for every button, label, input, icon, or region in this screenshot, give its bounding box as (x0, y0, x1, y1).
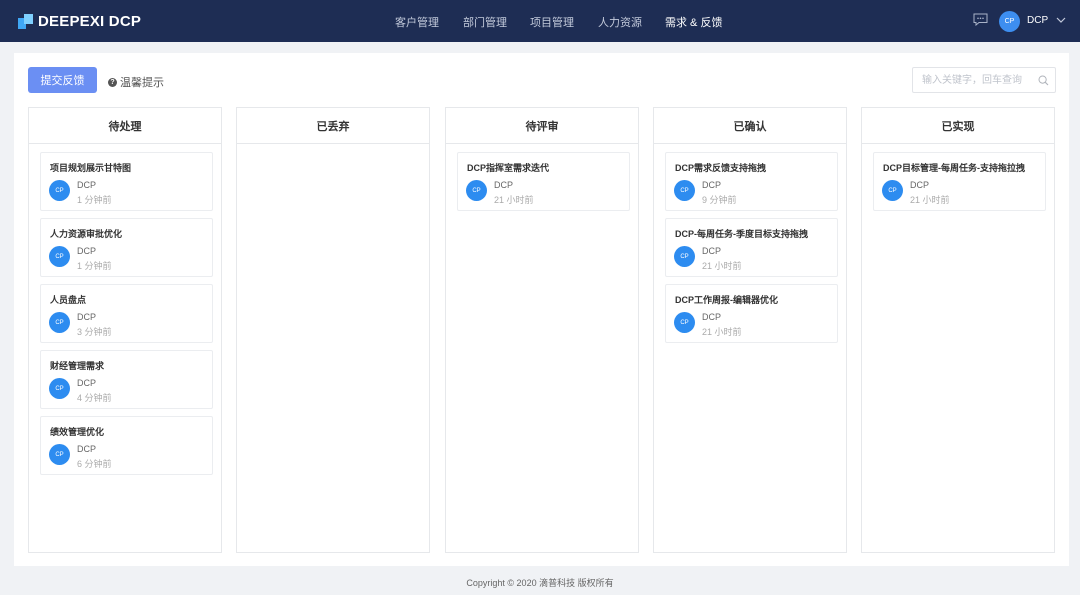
card-author: DCP (77, 378, 97, 388)
nav-item-feedback[interactable]: 需求 & 反馈 (665, 14, 722, 30)
card-list: DCP需求反馈支持拖拽 CP DCP 9 分钟前 DCP-每周任务-季度目标支持… (654, 144, 846, 343)
card-author: DCP (702, 246, 722, 256)
card-time: 4 分钟前 (77, 393, 112, 403)
card-title: 项目规划展示甘特图 (50, 163, 132, 173)
nav-item-projects[interactable]: 项目管理 (530, 14, 574, 30)
column-title: 待评审 (446, 108, 638, 144)
card-title: 人力资源审批优化 (50, 229, 123, 239)
column-title: 已实现 (862, 108, 1054, 144)
card-author: DCP (77, 444, 97, 454)
column-title: 已确认 (654, 108, 846, 144)
card-time: 6 分钟前 (77, 459, 112, 469)
column-review: 待评审 DCP指挥室需求迭代 CP DCP 21 小时前 (445, 107, 639, 553)
avatar: CP (674, 246, 695, 267)
message-icon[interactable] (973, 13, 988, 26)
search-icon[interactable] (1038, 75, 1049, 86)
card-author: DCP (702, 180, 722, 190)
column-discarded: 已丢弃 (236, 107, 430, 553)
card-list (237, 144, 429, 152)
avatar: CP (49, 312, 70, 333)
footer-copyright: Copyright © 2020 滴普科技 版权所有 (466, 578, 614, 588)
column-title: 已丢弃 (237, 108, 429, 144)
question-circle-icon: ? (108, 77, 117, 87)
brand-name: DEEPEXI DCP (38, 12, 142, 30)
avatar: CP (674, 312, 695, 333)
card-time: 1 分钟前 (77, 261, 112, 271)
card-title: DCP-每周任务-季度目标支持拖拽 (675, 229, 808, 239)
brand-logo[interactable]: DEEPEXI DCP (18, 11, 141, 31)
card-title: DCP指挥室需求迭代 (467, 163, 550, 173)
feedback-card[interactable]: 项目规划展示甘特图 CP DCP 1 分钟前 (40, 152, 213, 211)
column-implemented: 已实现 DCP目标管理-每周任务-支持拖拉拽 CP DCP 21 小时前 (861, 107, 1055, 553)
avatar: CP (466, 180, 487, 201)
tips-link[interactable]: ? 温馨提示 (108, 74, 164, 90)
logo-icon (18, 13, 33, 29)
card-author: DCP (494, 180, 514, 190)
avatar: CP (674, 180, 695, 201)
feedback-card[interactable]: DCP目标管理-每周任务-支持拖拉拽 CP DCP 21 小时前 (873, 152, 1046, 211)
card-list: DCP指挥室需求迭代 CP DCP 21 小时前 (446, 144, 638, 211)
avatar: CP (49, 444, 70, 465)
card-title: 人员盘点 (50, 295, 87, 305)
card-list: 项目规划展示甘特图 CP DCP 1 分钟前 人力资源审批优化 CP DCP 1… (29, 144, 221, 475)
nav-item-hr[interactable]: 人力资源 (598, 14, 642, 30)
card-title: 绩效管理优化 (50, 427, 105, 437)
search-input[interactable] (922, 68, 1040, 92)
card-author: DCP (77, 312, 97, 322)
feedback-card[interactable]: DCP-每周任务-季度目标支持拖拽 CP DCP 21 小时前 (665, 218, 838, 277)
column-title: 待处理 (29, 108, 221, 144)
card-title: DCP需求反馈支持拖拽 (675, 163, 767, 173)
card-list: DCP目标管理-每周任务-支持拖拉拽 CP DCP 21 小时前 (862, 144, 1054, 211)
user-name[interactable]: DCP (1027, 15, 1048, 26)
tips-label: 温馨提示 (120, 77, 164, 89)
main-panel: 提交反馈 ? 温馨提示 待处理 项目规划展示甘特图 CP DCP 1 分钟前 人… (14, 53, 1069, 566)
card-title: DCP目标管理-每周任务-支持拖拉拽 (883, 163, 1025, 173)
feedback-card[interactable]: DCP指挥室需求迭代 CP DCP 21 小时前 (457, 152, 630, 211)
card-title: DCP工作周报-编辑器优化 (675, 295, 778, 305)
chevron-down-icon[interactable] (1056, 16, 1066, 24)
avatar: CP (49, 180, 70, 201)
card-time: 3 分钟前 (77, 327, 112, 337)
nav-item-customers[interactable]: 客户管理 (395, 14, 439, 30)
card-author: DCP (77, 246, 97, 256)
submit-feedback-button[interactable]: 提交反馈 (28, 67, 97, 93)
avatar: CP (882, 180, 903, 201)
nav-item-departments[interactable]: 部门管理 (463, 14, 507, 30)
card-time: 21 小时前 (702, 327, 742, 337)
avatar: CP (49, 378, 70, 399)
feedback-card[interactable]: DCP需求反馈支持拖拽 CP DCP 9 分钟前 (665, 152, 838, 211)
feedback-card[interactable]: 绩效管理优化 CP DCP 6 分钟前 (40, 416, 213, 475)
column-confirmed: 已确认 DCP需求反馈支持拖拽 CP DCP 9 分钟前 DCP-每周任务-季度… (653, 107, 847, 553)
avatar: CP (49, 246, 70, 267)
card-author: DCP (77, 180, 97, 190)
feedback-card[interactable]: 财经管理需求 CP DCP 4 分钟前 (40, 350, 213, 409)
feedback-card[interactable]: DCP工作周报-编辑器优化 CP DCP 21 小时前 (665, 284, 838, 343)
feedback-card[interactable]: 人力资源审批优化 CP DCP 1 分钟前 (40, 218, 213, 277)
card-time: 21 小时前 (910, 195, 950, 205)
card-author: DCP (910, 180, 930, 190)
card-title: 财经管理需求 (50, 361, 105, 371)
card-time: 21 小时前 (702, 261, 742, 271)
card-author: DCP (702, 312, 722, 322)
card-time: 21 小时前 (494, 195, 534, 205)
card-time: 9 分钟前 (702, 195, 737, 205)
search-box (912, 67, 1056, 93)
column-pending: 待处理 项目规划展示甘特图 CP DCP 1 分钟前 人力资源审批优化 CP D… (28, 107, 222, 553)
top-navbar: DEEPEXI DCP 客户管理 部门管理 项目管理 人力资源 需求 & 反馈 … (0, 0, 1080, 42)
feedback-card[interactable]: 人员盘点 CP DCP 3 分钟前 (40, 284, 213, 343)
card-time: 1 分钟前 (77, 195, 112, 205)
user-avatar[interactable]: CP (999, 11, 1020, 32)
